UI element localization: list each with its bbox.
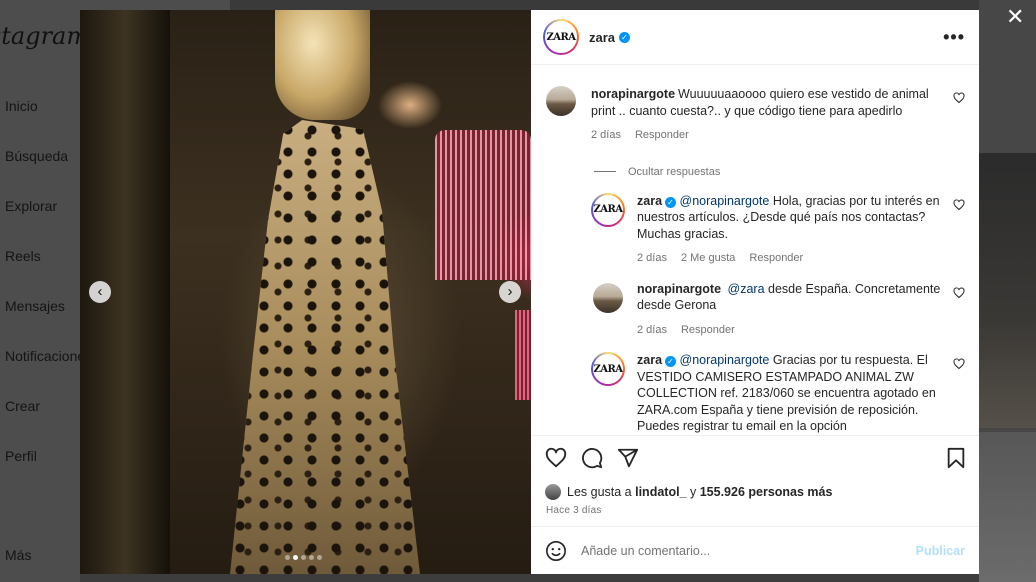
nav-inicio[interactable]: Inicio	[5, 98, 38, 114]
emoji-icon[interactable]	[545, 540, 567, 562]
comment-bubble-icon[interactable]	[581, 447, 603, 469]
post-media[interactable]: ‹ ›	[80, 10, 531, 574]
commenter-avatar[interactable]	[593, 282, 623, 313]
carousel-prev-button[interactable]: ‹	[89, 281, 111, 303]
reply-item: ZARA zara ✓ @norapinargote Gracias por tu…	[591, 352, 965, 435]
comment-input[interactable]	[581, 543, 902, 558]
reply-item: ZARA zara ✓ @norapinargote Hola, gracias …	[591, 192, 965, 267]
likes-summary: Les gusta a lindatol_ y 155.926 personas…	[531, 479, 979, 501]
background-feed-top	[230, 0, 1036, 10]
post-timestamp[interactable]: Hace 3 días	[531, 501, 979, 526]
comment-item: norapinargote Wuuuuuaaoooo quiero ese ves…	[546, 86, 965, 144]
more-options-button[interactable]: •••	[943, 27, 965, 48]
reply-button[interactable]: Responder	[635, 127, 689, 144]
like-heart-icon[interactable]	[545, 447, 567, 469]
nav-crear[interactable]: Crear	[5, 398, 40, 414]
comment-username[interactable]: norapinargote	[637, 282, 721, 296]
commenter-avatar[interactable]: ZARA	[591, 192, 625, 227]
comment-mention[interactable]: @zara	[728, 282, 765, 296]
reply-button[interactable]: Responder	[681, 322, 735, 339]
author-avatar[interactable]: ZARA	[543, 19, 579, 55]
close-icon[interactable]: ✕	[1006, 6, 1024, 28]
nav-reels[interactable]: Reels	[5, 248, 41, 264]
save-bookmark-icon[interactable]	[945, 447, 967, 469]
like-comment-icon[interactable]	[953, 358, 965, 370]
instagram-logo: Instagram	[0, 22, 90, 50]
add-comment-bar: Publicar	[531, 526, 979, 574]
comment-time[interactable]: 2 días	[637, 250, 667, 267]
publish-button[interactable]: Publicar	[916, 544, 965, 558]
nav-explorar[interactable]: Explorar	[5, 198, 57, 214]
like-comment-icon[interactable]	[953, 92, 965, 104]
commenter-avatar[interactable]	[546, 86, 576, 116]
carousel-indicator	[285, 555, 322, 560]
like-comment-icon[interactable]	[953, 198, 965, 211]
liker-avatar[interactable]	[545, 484, 561, 500]
carousel-dot	[301, 555, 306, 560]
carousel-dot	[309, 555, 314, 560]
photo-lamp	[515, 310, 531, 400]
liker-username[interactable]: lindatol_	[635, 485, 686, 499]
background-sidebar: Instagram Inicio Búsqueda Explorar Reels…	[0, 0, 89, 582]
hide-replies-button[interactable]: Ocultar respuestas	[594, 166, 965, 178]
reply-button[interactable]: Responder	[749, 250, 803, 267]
nav-notificaciones[interactable]: Notificaciones	[5, 348, 83, 364]
photo-lamp	[435, 130, 531, 280]
comment-username[interactable]: zara	[637, 194, 662, 208]
background-feed-bottom	[80, 574, 979, 582]
background-photo	[979, 432, 1036, 582]
comment-mention[interactable]: @norapinargote	[680, 353, 770, 367]
likes-count[interactable]: 155.926 personas más	[700, 485, 833, 499]
photo-model-hair	[275, 10, 370, 120]
nav-busqueda[interactable]: Búsqueda	[5, 148, 68, 164]
verified-icon: ✓	[665, 196, 677, 208]
carousel-next-button[interactable]: ›	[499, 281, 521, 303]
author-username[interactable]: zara ✓	[589, 30, 631, 45]
carousel-dot-active	[293, 555, 298, 560]
comment-username[interactable]: zara	[637, 353, 662, 367]
carousel-dot	[285, 555, 290, 560]
nav-perfil[interactable]: Perfil	[5, 448, 37, 464]
share-send-icon[interactable]	[617, 447, 639, 469]
photo-leopard-dress	[230, 120, 420, 574]
comment-time[interactable]: 2 días	[591, 127, 621, 144]
comment-time[interactable]: 2 días	[637, 322, 667, 339]
post-side-panel: ZARA zara ✓ ••• norapinargote Wuuuuuaaooo…	[531, 10, 979, 574]
post-modal: ‹ › ZARA zara ✓ ••• norapinargote Wuuuuu…	[80, 10, 979, 574]
comment-username[interactable]: norapinargote	[591, 87, 675, 101]
carousel-dot	[317, 555, 322, 560]
verified-icon: ✓	[619, 31, 631, 43]
commenter-avatar[interactable]: ZARA	[591, 352, 625, 386]
post-actions	[531, 435, 979, 479]
reply-item: norapinargote @zara desde España. Concre…	[591, 281, 965, 339]
background-photo	[979, 153, 1036, 428]
comment-mention[interactable]: @norapinargote	[680, 194, 770, 208]
nav-mensajes[interactable]: Mensajes	[5, 298, 65, 314]
verified-icon: ✓	[665, 356, 677, 367]
comments-list[interactable]: norapinargote Wuuuuuaaoooo quiero ese ves…	[531, 65, 979, 435]
nav-mas[interactable]: Más	[5, 547, 31, 563]
like-comment-icon[interactable]	[953, 286, 965, 299]
post-header: ZARA zara ✓ •••	[531, 10, 979, 65]
comment-likes[interactable]: 2 Me gusta	[681, 250, 735, 267]
